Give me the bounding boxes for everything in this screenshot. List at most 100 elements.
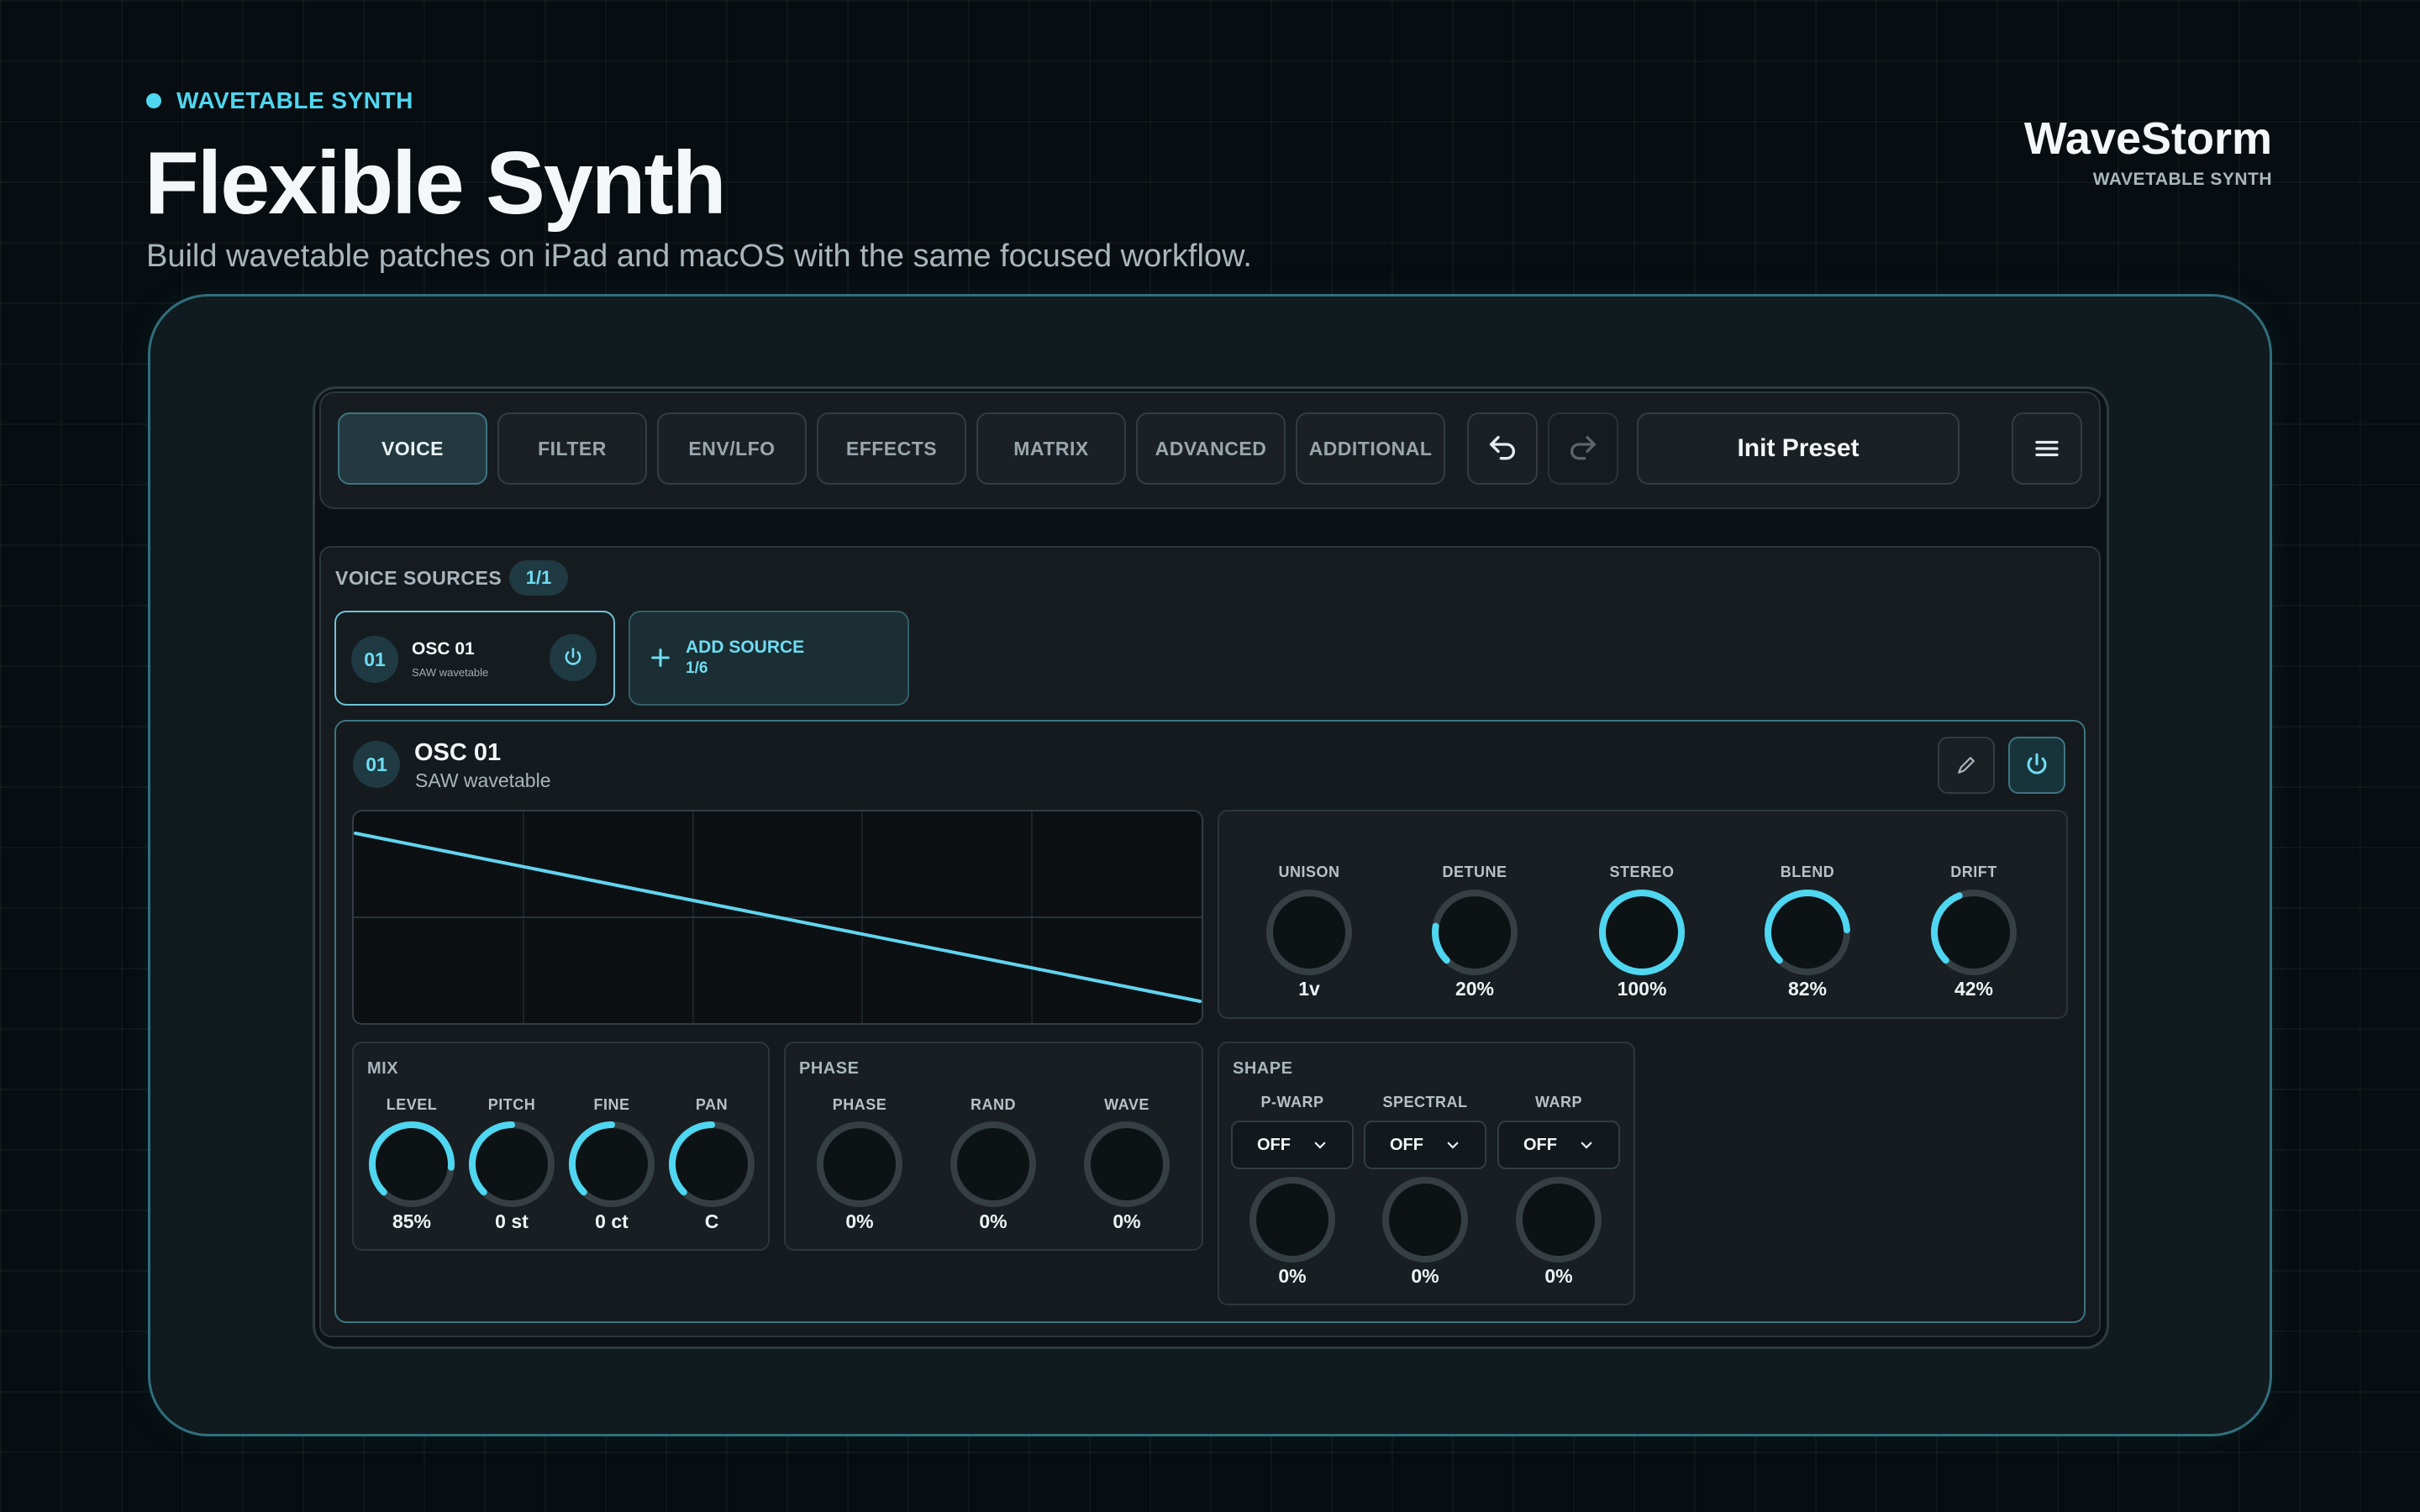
osc-subtitle: SAW wavetable <box>415 769 551 791</box>
knob-dial <box>1599 890 1686 975</box>
brand-logo: WaveStorm WAVETABLE SYNTH <box>2024 116 2272 190</box>
knob-dial <box>669 1121 755 1207</box>
detune-knob[interactable]: DETUNE 20% <box>1407 864 1542 1000</box>
stereo-knob[interactable]: STEREO 100% <box>1575 864 1709 1000</box>
shape-p-warp-label: P-WARP <box>1260 1094 1324 1110</box>
menu-button[interactable] <box>2012 412 2082 485</box>
chevron-down-icon <box>1581 1142 1592 1149</box>
power-icon <box>2027 753 2047 774</box>
stereo-value: 100% <box>1617 978 1667 1000</box>
drift-value: 42% <box>1954 978 1994 1000</box>
unison-knob[interactable]: UNISON 1v <box>1242 864 1376 1000</box>
eyebrow-text: WAVETABLE SYNTH <box>176 87 413 113</box>
undo-icon <box>1490 436 1515 460</box>
tab-effects[interactable]: EFFECTS <box>817 412 966 485</box>
shape-p-warp-knob[interactable]: P-WARP 0% <box>1225 1094 1360 1287</box>
osc-title: OSC 01 <box>414 739 502 766</box>
add-source-button[interactable]: ADD SOURCE 1/6 <box>629 611 909 706</box>
shape-spectral-label: SPECTRAL <box>1382 1094 1468 1110</box>
knob-dial <box>469 1121 555 1207</box>
knob-dial <box>1931 890 2017 975</box>
mix-title: MIX <box>367 1059 399 1078</box>
source-power-button[interactable] <box>550 634 597 681</box>
mix-pan-label: PAN <box>695 1096 729 1113</box>
phase-title: PHASE <box>799 1059 860 1078</box>
knob-dial <box>1765 890 1850 975</box>
add-source-label: ADD SOURCE <box>686 638 805 657</box>
knob-dial <box>1382 1177 1468 1263</box>
knob-dial <box>1249 1177 1335 1263</box>
osc-power-button[interactable] <box>2008 737 2065 794</box>
knob-dial <box>1432 890 1518 975</box>
voice-sources-label: VOICE SOURCES <box>335 567 502 589</box>
chevron-down-icon <box>1447 1142 1459 1149</box>
phase-wave-label: WAVE <box>1104 1096 1150 1113</box>
source-subtitle: SAW wavetable <box>412 666 489 679</box>
chevron-down-icon <box>1314 1142 1326 1149</box>
knob-dial <box>1266 890 1352 975</box>
blend-label: BLEND <box>1780 864 1835 880</box>
hero-title: Flexible Synth <box>145 134 727 233</box>
knob-dial <box>950 1121 1036 1207</box>
tab-advanced[interactable]: ADVANCED <box>1136 412 1286 485</box>
power-icon <box>565 648 581 665</box>
source-title: OSC 01 <box>412 639 475 659</box>
eyebrow-dot <box>146 93 161 108</box>
phase-rand-label: RAND <box>971 1096 1016 1113</box>
hamburger-menu-icon <box>2035 440 2059 457</box>
tab-additional[interactable]: ADDITIONAL <box>1296 412 1445 485</box>
phase-rand-knob[interactable]: RAND 0% <box>926 1096 1060 1232</box>
phase-phase-knob[interactable]: PHASE 0% <box>792 1096 927 1232</box>
mix-pan-value: C <box>704 1210 719 1232</box>
shape-warp-mode-value: OFF <box>1523 1135 1557 1154</box>
tab-filter[interactable]: FILTER <box>497 412 647 485</box>
shape-warp-label: WARP <box>1535 1094 1582 1110</box>
add-source-count: 1/6 <box>686 659 708 678</box>
osc-number: 01 <box>353 741 400 788</box>
pencil-icon <box>1958 757 1975 774</box>
tab-env-lfo[interactable]: ENV/LFO <box>657 412 807 485</box>
detune-value: 20% <box>1455 978 1495 1000</box>
redo-icon <box>1570 436 1596 460</box>
phase-phase-value: 0% <box>845 1210 874 1232</box>
shape-warp-mode-select[interactable]: OFF <box>1497 1121 1620 1169</box>
edit-osc-button[interactable] <box>1938 737 1995 794</box>
phase-phase-label: PHASE <box>832 1096 887 1113</box>
tab-voice[interactable]: VOICE <box>338 412 487 485</box>
shape-p-warp-mode-select[interactable]: OFF <box>1231 1121 1354 1169</box>
knob-dial <box>569 1121 655 1207</box>
preset-selector[interactable]: Init Preset <box>1637 412 1960 485</box>
unison-value: 1v <box>1298 978 1320 1000</box>
phase-wave-value: 0% <box>1113 1210 1141 1232</box>
source-card-osc-01[interactable]: 01 OSC 01 SAW wavetable <box>334 611 615 706</box>
detune-label: DETUNE <box>1442 864 1507 880</box>
brand-name: WaveStorm <box>2023 113 2272 164</box>
shape-warp-value: 0% <box>1544 1265 1573 1287</box>
waveform-display[interactable] <box>352 810 1203 1025</box>
shape-spectral-mode-select[interactable]: OFF <box>1364 1121 1486 1169</box>
knob-dial <box>1084 1121 1170 1207</box>
voice-sources-count: 1/1 <box>509 560 568 596</box>
unison-label: UNISON <box>1278 864 1340 880</box>
shape-title: SHAPE <box>1233 1059 1293 1078</box>
tab-matrix[interactable]: MATRIX <box>976 412 1126 485</box>
stereo-label: STEREO <box>1609 864 1675 880</box>
shape-p-warp-value: 0% <box>1278 1265 1307 1287</box>
shape-spectral-knob[interactable]: SPECTRAL 0% <box>1358 1094 1492 1287</box>
drift-knob[interactable]: DRIFT 42% <box>1907 864 2041 1000</box>
mix-pan-knob[interactable]: PAN C <box>644 1096 779 1232</box>
blend-knob[interactable]: BLEND 82% <box>1740 864 1875 1000</box>
knob-dial <box>817 1121 902 1207</box>
shape-warp-knob[interactable]: WARP 0% <box>1491 1094 1626 1287</box>
redo-button[interactable] <box>1548 412 1618 485</box>
eyebrow: WAVETABLE SYNTH <box>146 87 413 114</box>
phase-wave-knob[interactable]: WAVE 0% <box>1060 1096 1194 1232</box>
hero-subtitle: Build wavetable patches on iPad and macO… <box>146 239 1252 274</box>
waveform-graph <box>354 811 1202 1023</box>
knob-dial <box>1516 1177 1602 1263</box>
brand-tagline: WAVETABLE SYNTH <box>2092 170 2272 189</box>
shape-spectral-value: 0% <box>1411 1265 1439 1287</box>
drift-label: DRIFT <box>1950 864 1997 880</box>
undo-button[interactable] <box>1467 412 1538 485</box>
shape-p-warp-mode-value: OFF <box>1257 1135 1291 1154</box>
